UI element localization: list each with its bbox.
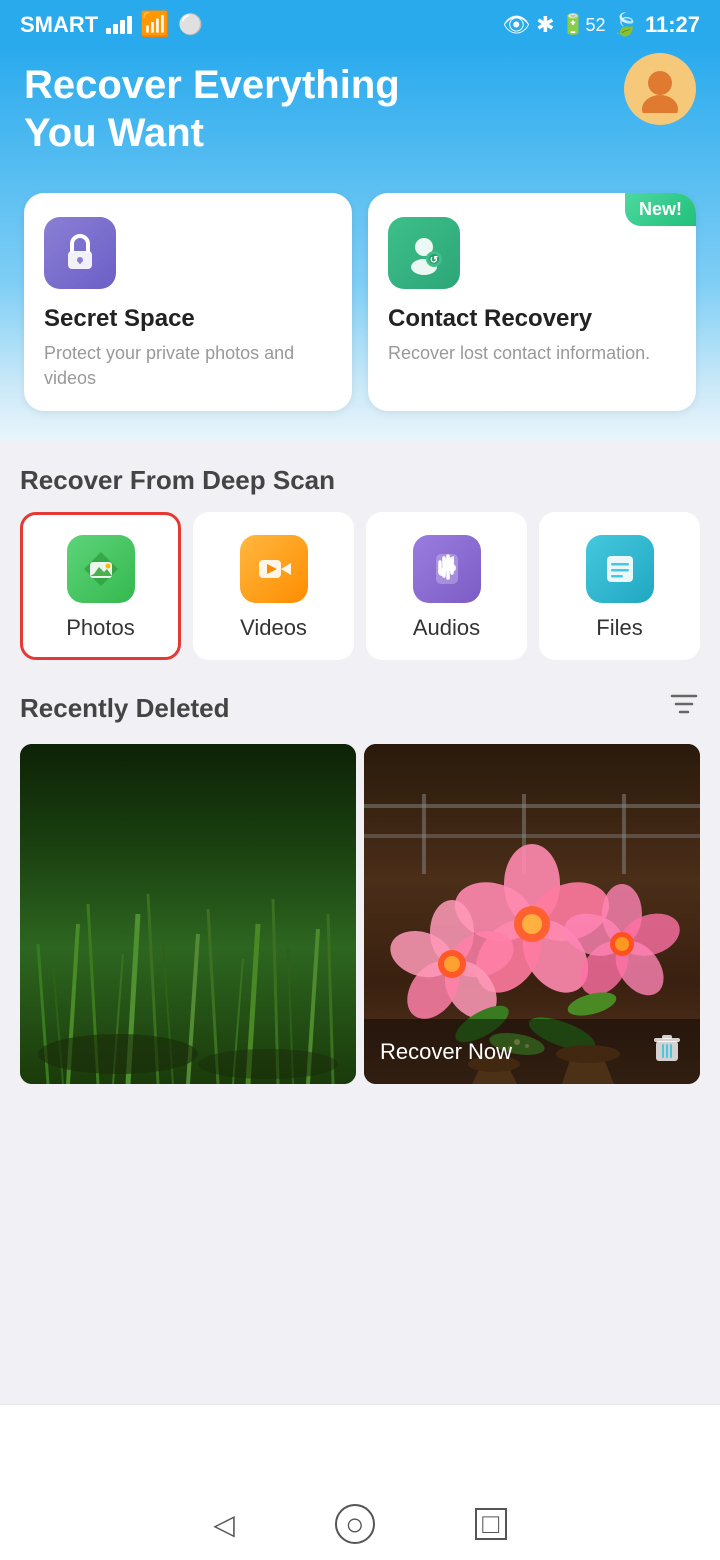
scan-item-videos[interactable]: Videos bbox=[193, 512, 354, 660]
secret-space-card[interactable]: Secret Space Protect your private photos… bbox=[24, 193, 352, 411]
battery-icon: 🔋52 bbox=[561, 12, 606, 37]
status-right: 👁 ✱ 🔋52 🍃 11:27 bbox=[502, 12, 700, 38]
files-label: Files bbox=[596, 615, 642, 641]
contact-recovery-icon: ↺ bbox=[388, 217, 460, 289]
feature-cards: Secret Space Protect your private photos… bbox=[24, 193, 696, 411]
main-content: Recover From Deep Scan Photos bbox=[0, 441, 720, 1084]
wifi-icon: 📶 bbox=[140, 10, 170, 39]
status-bar: SMART 📶 ⚪ 👁 ✱ 🔋52 🍃 11:27 bbox=[0, 0, 720, 45]
avatar-button[interactable] bbox=[624, 53, 696, 125]
recover-bin-icon bbox=[650, 1031, 684, 1072]
signal-icon bbox=[106, 16, 132, 34]
audios-label: Audios bbox=[413, 615, 480, 641]
deep-scan-title: Recover From Deep Scan bbox=[20, 465, 700, 496]
files-scan-icon bbox=[586, 535, 654, 603]
status-left: SMART 📶 ⚪ bbox=[20, 10, 203, 39]
scan-item-audios[interactable]: Audios bbox=[366, 512, 527, 660]
notification-icon: ⚪ bbox=[178, 12, 203, 37]
photos-scan-icon bbox=[67, 535, 135, 603]
contact-recovery-desc: Recover lost contact information. bbox=[388, 341, 676, 366]
recently-deleted-header: Recently Deleted bbox=[20, 688, 700, 728]
audios-scan-icon bbox=[413, 535, 481, 603]
filter-icon bbox=[668, 688, 700, 720]
photo-item-grass[interactable] bbox=[20, 744, 356, 1084]
header-title: Recover EverythingYou Want bbox=[24, 45, 424, 193]
recover-now-label: Recover Now bbox=[380, 1039, 512, 1065]
recent-apps-button[interactable]: □ bbox=[475, 1508, 507, 1540]
photo-item-flowers[interactable]: Recover Now bbox=[364, 744, 700, 1084]
gesture-bar: ◁ ○ □ bbox=[0, 1404, 720, 1560]
videos-scan-icon bbox=[240, 535, 308, 603]
recently-deleted-title: Recently Deleted bbox=[20, 693, 230, 724]
photos-label: Photos bbox=[66, 615, 135, 641]
carrier-name: SMART bbox=[20, 12, 98, 38]
secret-space-desc: Protect your private photos and videos bbox=[44, 341, 332, 391]
photo-grid: Recover Now bbox=[20, 744, 700, 1084]
home-button[interactable]: ○ bbox=[335, 1504, 375, 1544]
back-button[interactable]: ◁ bbox=[213, 1508, 235, 1541]
scan-item-files[interactable]: Files bbox=[539, 512, 700, 660]
contact-recovery-card[interactable]: New! ↺ Contact Recovery Recover lost con… bbox=[368, 193, 696, 411]
avatar-icon bbox=[636, 65, 684, 113]
bluetooth-icon: ✱ bbox=[536, 12, 554, 38]
time-display: 11:27 bbox=[645, 12, 700, 38]
videos-label: Videos bbox=[240, 615, 307, 641]
svg-text:↺: ↺ bbox=[430, 255, 438, 266]
new-badge: New! bbox=[625, 193, 696, 226]
leaf-icon: 🍃 bbox=[612, 12, 639, 38]
scan-item-photos[interactable]: Photos bbox=[20, 512, 181, 660]
contact-recovery-title: Contact Recovery bbox=[388, 305, 676, 333]
filter-button[interactable] bbox=[668, 688, 700, 728]
secret-space-title: Secret Space bbox=[44, 305, 332, 333]
recover-overlay[interactable]: Recover Now bbox=[364, 1019, 700, 1084]
secret-space-icon bbox=[44, 217, 116, 289]
eye-icon: 👁 bbox=[502, 12, 530, 38]
scan-grid: Photos Videos bbox=[20, 512, 700, 660]
header-area: Recover EverythingYou Want Secret Space … bbox=[0, 45, 720, 441]
